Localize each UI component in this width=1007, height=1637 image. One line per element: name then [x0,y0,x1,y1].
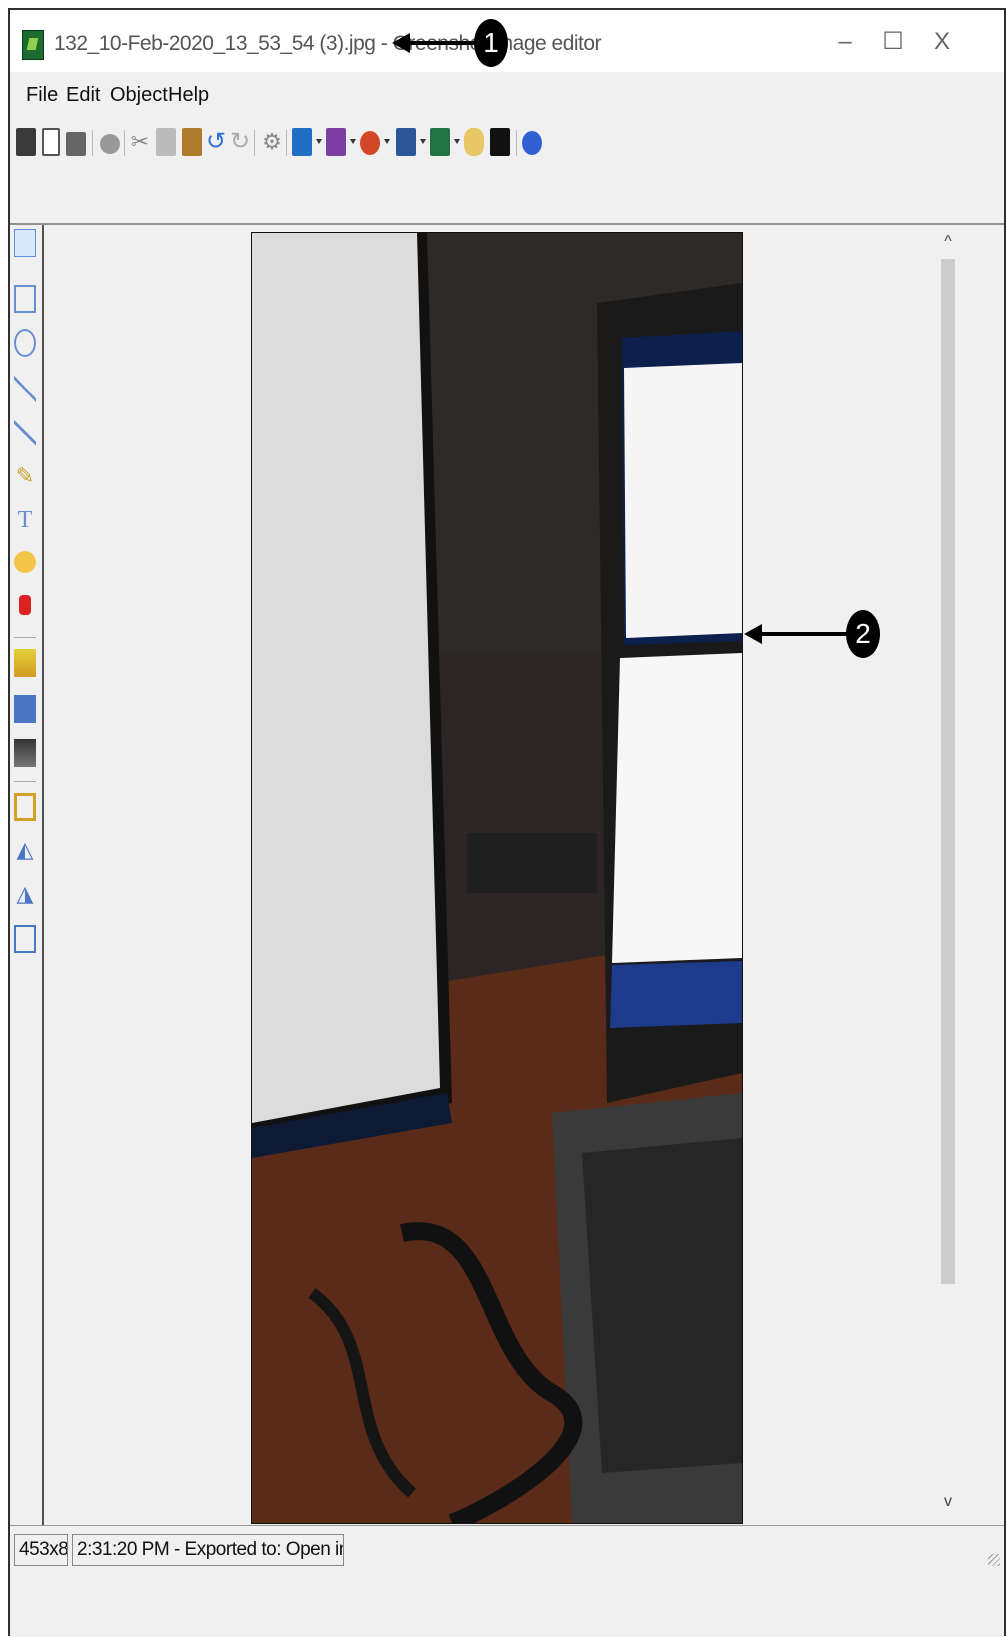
speechbubble-icon[interactable] [14,551,36,573]
freehand-icon[interactable]: ✎ [14,463,36,491]
counter-icon[interactable] [19,595,31,615]
delete-icon[interactable] [100,134,120,154]
scroll-up-icon[interactable]: ^ [939,233,957,251]
line-icon[interactable] [14,375,36,403]
menu-edit[interactable]: Edit [66,84,100,107]
status-bar: 453x804 2:31:20 PM - Exported to: Open i… [10,1525,1004,1637]
crop-icon[interactable] [14,793,36,821]
callout-arrow-1 [392,33,484,53]
menu-file[interactable]: File [26,84,58,107]
ellipse-icon[interactable] [14,329,36,357]
minimize-button[interactable]: – [827,24,863,60]
info-icon[interactable] [490,128,510,156]
maximize-button[interactable]: ☐ [875,24,911,60]
outlook-icon[interactable] [292,128,312,156]
resize-grip-icon[interactable] [988,1554,1000,1566]
image-dimensions: 453x804 [14,1534,68,1566]
redo-icon[interactable]: ↻ [230,128,250,156]
text-icon[interactable]: T [14,507,36,535]
excel-icon[interactable] [430,128,450,156]
resize-icon[interactable] [14,925,36,953]
edited-photo [251,232,743,1524]
settings-icon[interactable]: ⚙ [262,128,282,156]
copy-icon[interactable] [156,128,176,156]
greenshot-editor-window: 132_10-Feb-2020_13_53_54 (3).jpg - Green… [8,8,1006,1637]
save-icon[interactable] [16,128,36,156]
select-icon[interactable] [14,229,36,257]
rotate-ccw-icon[interactable]: ◮ [14,881,36,909]
window-title: 132_10-Feb-2020_13_53_54 (3).jpg - Green… [54,32,602,55]
paint-icon[interactable] [464,128,484,156]
menu-bar: File Edit Object Help [10,80,1004,114]
close-button[interactable]: X [924,24,960,60]
scroll-down-icon[interactable]: v [939,1493,957,1511]
print-icon[interactable] [66,132,86,156]
callout-badge-2: 2 [846,610,880,658]
cut-icon[interactable]: ✂ [130,128,150,156]
highlight-icon[interactable] [14,649,36,677]
onenote-icon[interactable] [326,128,346,156]
drawing-tools-bar: ✎ T ◭ ◮ [10,225,40,1525]
vertical-scrollbar[interactable]: ^ v [934,225,962,1525]
help-icon[interactable] [522,131,542,155]
obfuscate-icon[interactable] [14,695,36,723]
scroll-thumb[interactable] [941,259,955,1284]
rotate-cw-icon[interactable]: ◭ [14,837,36,865]
main-toolbar: ✂ ↺ ↻ ⚙ [16,128,636,164]
greenshot-app-icon [22,30,44,60]
paste-icon[interactable] [182,128,202,156]
callout-badge-1: 1 [474,19,508,67]
image-canvas[interactable] [42,225,964,1525]
callout-arrow-2 [744,624,856,644]
effects-icon[interactable] [14,739,36,767]
photo-illustration [252,233,742,1523]
status-message: 2:31:20 PM - Exported to: Open in image … [72,1534,344,1566]
rectangle-icon[interactable] [14,285,36,313]
clipboard-icon[interactable] [42,128,60,156]
word-icon[interactable] [396,128,416,156]
menu-object[interactable]: Object [110,84,168,107]
menu-help[interactable]: Help [168,84,209,107]
undo-icon[interactable]: ↺ [206,128,226,156]
arrow-icon[interactable] [14,419,36,447]
powerpoint-icon[interactable] [360,131,380,155]
